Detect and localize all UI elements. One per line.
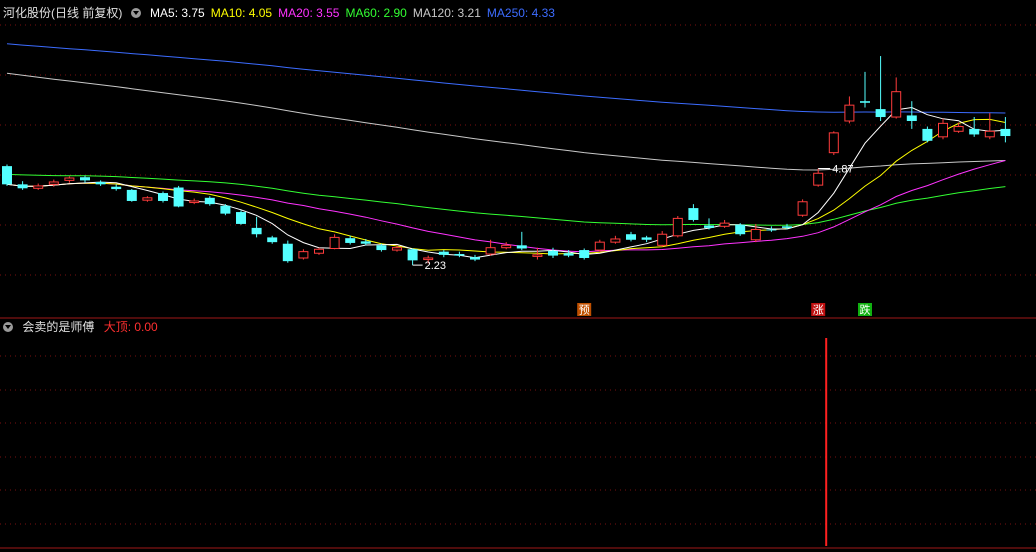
kline-chart[interactable]: 4.87 2.23 预 涨 跌 (0, 0, 1036, 552)
lower-legend: 会卖的是师傅 大顶: 0.00 (3, 318, 164, 336)
candle-body (813, 172, 824, 186)
candle-body (282, 243, 293, 262)
candle-body (189, 200, 200, 204)
candle-body (875, 109, 886, 118)
candle-body (969, 128, 980, 135)
candle-body (360, 241, 371, 244)
candle-body (828, 132, 839, 154)
candle-body (236, 212, 246, 224)
candle-body (782, 226, 792, 228)
candle-body (532, 254, 543, 257)
candle-body (906, 115, 917, 121)
candle-body (688, 208, 699, 220)
candle-body (392, 247, 402, 251)
candle-body (891, 91, 902, 118)
candle-body (111, 186, 122, 190)
ma-value-2: MA20: 3.55 (278, 6, 340, 20)
candle-body (80, 177, 90, 181)
candle-body (95, 181, 106, 185)
candle-body (485, 247, 496, 255)
candle-body (672, 217, 683, 237)
candle-body (766, 229, 777, 231)
ma-value-4: MA120: 3.21 (412, 6, 481, 20)
signal-marker-2: 跌 (860, 303, 871, 317)
candle-body (735, 224, 746, 235)
candle-body (438, 251, 449, 255)
candle-body (2, 166, 12, 185)
candle-body (610, 238, 621, 243)
ma120-line (6, 72, 1006, 171)
ma10-line (6, 118, 1006, 255)
upper-legend: 河化股份(日线 前复权) MA5: 3.75 MA10: 4.05 MA20: 3.… (3, 4, 561, 22)
candle-body (657, 233, 668, 246)
dropdown-circle-icon[interactable] (3, 322, 13, 332)
signal-marker-0: 预 (579, 304, 590, 317)
candle-body (1000, 128, 1011, 137)
ma20-line (6, 160, 1006, 253)
ma250-line (6, 43, 1006, 114)
candle-body (984, 130, 995, 138)
candle-body (33, 185, 44, 189)
candle-body (251, 227, 262, 235)
ma5-line (6, 106, 1006, 259)
ma-value-0: MA5: 3.75 (150, 6, 205, 20)
candle-body (376, 245, 387, 251)
candle-body (329, 236, 340, 249)
signal-marker-1: 涨 (813, 304, 824, 317)
candle-body (548, 250, 558, 256)
candle-body (922, 128, 933, 141)
candle-body (142, 197, 153, 201)
indicator-name[interactable]: 会卖的是师傅 (22, 320, 94, 334)
candle-body (750, 228, 761, 241)
candle-body (407, 249, 418, 261)
candle-body (17, 184, 28, 189)
dropdown-circle-icon[interactable] (130, 8, 141, 18)
stock-title[interactable]: 河化股份(日线 前复权) (3, 6, 122, 20)
ma-value-1: MA10: 4.05 (210, 6, 273, 20)
candle-body (267, 237, 278, 243)
ma-value-5: MA250: 4.33 (486, 6, 555, 20)
candle-body (844, 104, 855, 122)
candle-body (563, 253, 574, 256)
candle-body (220, 205, 231, 214)
candle-body (626, 234, 636, 240)
candle-body (641, 237, 652, 240)
candle-body (345, 238, 356, 243)
candle-body (579, 250, 590, 258)
candle-body (126, 189, 137, 201)
candle-body (158, 193, 168, 201)
candle-body (48, 181, 59, 185)
indicator-value: 大顶: 0.00 (103, 320, 158, 334)
candle-body (173, 187, 184, 207)
candle-body (298, 251, 309, 259)
low-price-label: 2.23 (425, 260, 446, 272)
candle-body (470, 257, 480, 260)
ma-value-list: MA5: 3.75 MA10: 4.05 MA20: 3.55 MA60: 2.90 M… (150, 6, 561, 20)
candle-body (704, 225, 714, 228)
candle-body (797, 201, 808, 216)
candle-body (516, 245, 527, 249)
high-price-label: 4.87 (832, 164, 853, 176)
candle-body (64, 177, 75, 181)
candle-body (938, 122, 948, 138)
candle-body (501, 244, 512, 249)
candle-body (953, 126, 964, 132)
candle-body (860, 101, 870, 103)
candle-body (314, 248, 324, 254)
candle-body (204, 197, 215, 205)
candle-body (719, 222, 730, 227)
candle-body (594, 241, 605, 251)
ma60-line (6, 173, 1006, 226)
candle-body (454, 254, 465, 256)
ma-value-3: MA60: 2.90 (345, 6, 407, 20)
